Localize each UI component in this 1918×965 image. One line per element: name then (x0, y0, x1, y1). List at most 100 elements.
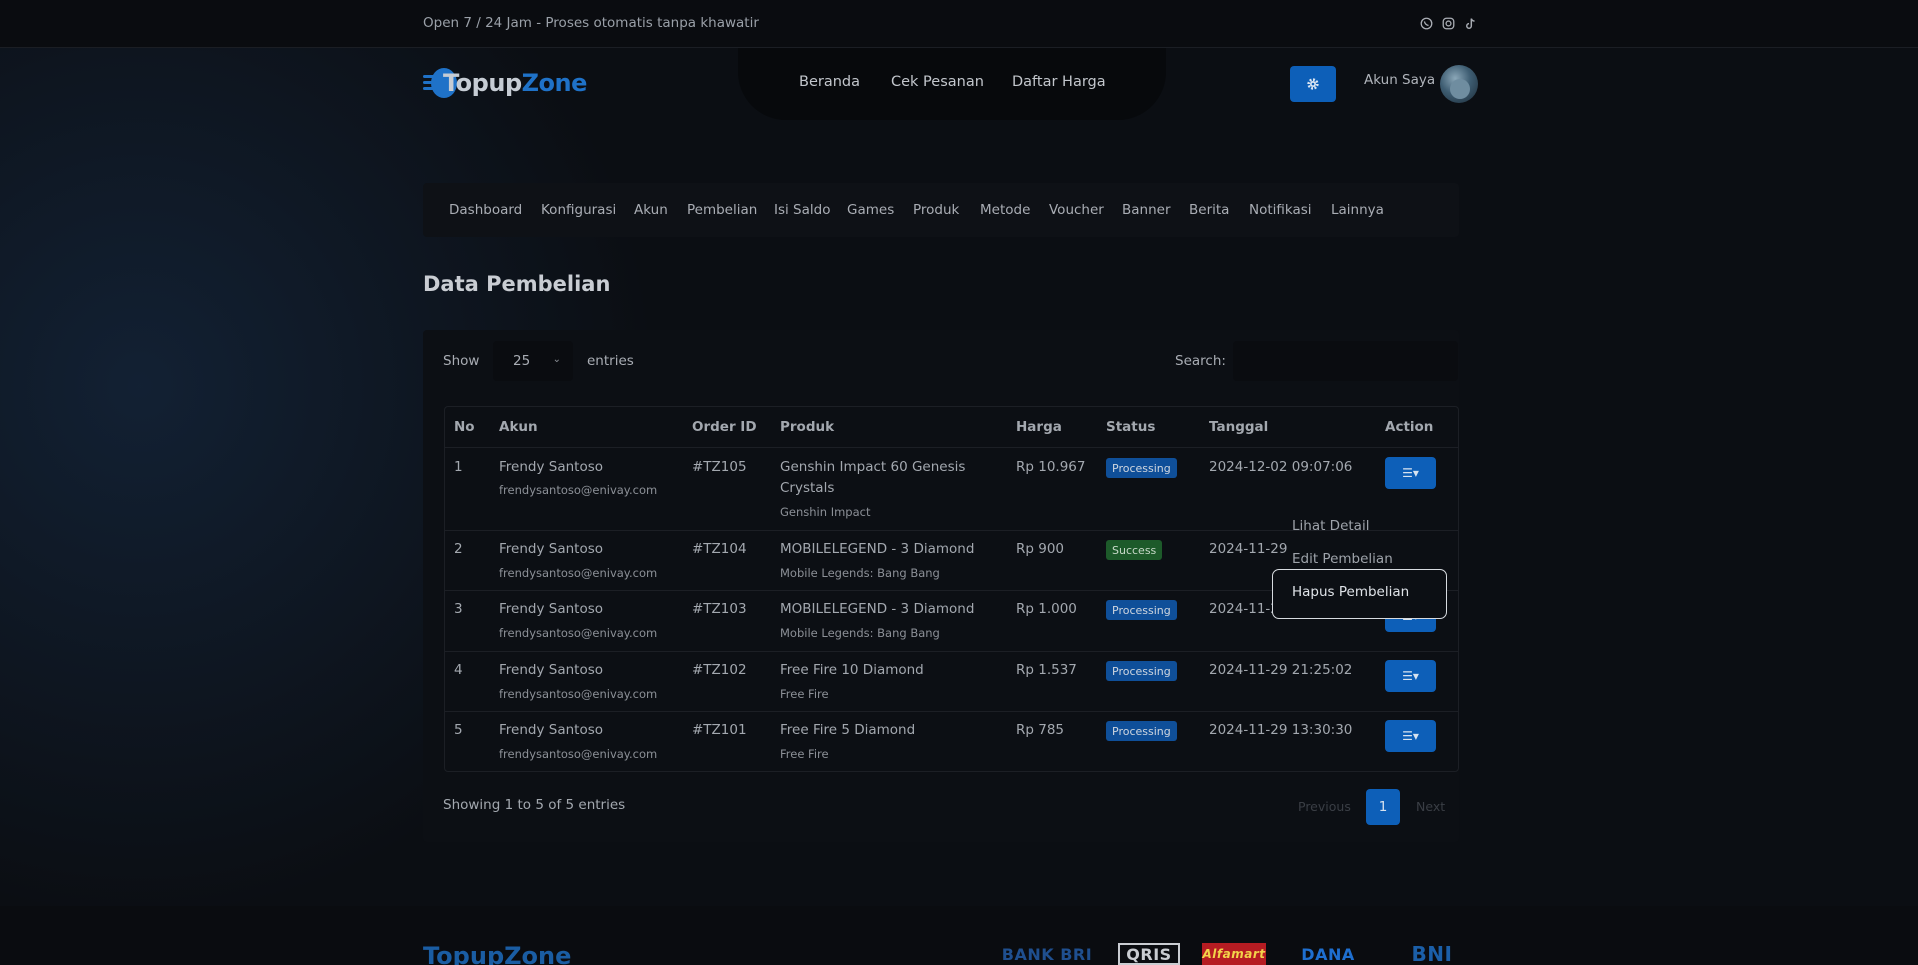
col-header-harga[interactable]: Harga (1016, 419, 1062, 435)
tab-berita[interactable]: Berita (1189, 202, 1229, 218)
tiktok-icon[interactable] (1464, 17, 1477, 30)
cell-product: Free Fire 10 Diamond (780, 662, 924, 678)
page-length-select[interactable]: 25 ⌄ (493, 341, 573, 381)
logo-text-part2: Zone (521, 69, 588, 97)
cell-order-id: #TZ104 (692, 541, 747, 557)
status-badge: Processing (1106, 661, 1177, 681)
cell-no: 3 (454, 601, 463, 617)
cell-no: 5 (454, 722, 463, 738)
tab-konfigurasi[interactable]: Konfigurasi (541, 202, 616, 218)
tab-akun[interactable]: Akun (634, 202, 668, 218)
show-label: Show (443, 353, 480, 369)
nav-cek-pesanan[interactable]: Cek Pesanan (891, 74, 984, 90)
main-nav: Beranda Cek Pesanan Daftar Harga (738, 48, 1166, 120)
payment-logo-bri: BANK BRI (1001, 944, 1093, 964)
dropdown-item-edit-pembelian[interactable]: Edit Pembelian (1292, 551, 1393, 567)
cell-date: 2024-11-29 (1209, 541, 1288, 557)
pagination-page-1[interactable]: 1 (1366, 789, 1400, 825)
col-header-produk[interactable]: Produk (780, 419, 834, 435)
pagination-previous[interactable]: Previous (1298, 799, 1351, 814)
tab-voucher[interactable]: Voucher (1049, 202, 1104, 218)
status-badge: Processing (1106, 458, 1177, 478)
cell-game: Free Fire (780, 687, 829, 701)
col-header-tanggal[interactable]: Tanggal (1209, 419, 1268, 435)
status-badge: Success (1106, 540, 1163, 560)
settings-button[interactable] (1290, 66, 1336, 102)
cell-game: Mobile Legends: Bang Bang (780, 566, 940, 580)
cell-order-id: #TZ101 (692, 722, 747, 738)
menu-icon: ☰▾ (1402, 729, 1419, 743)
cell-no: 1 (454, 459, 463, 475)
tab-produk[interactable]: Produk (913, 202, 959, 218)
menu-icon: ☰▾ (1402, 669, 1419, 683)
tab-metode[interactable]: Metode (980, 202, 1030, 218)
footer (0, 906, 1918, 965)
cell-name: Frendy Santoso (499, 541, 603, 557)
tab-dashboard[interactable]: Dashboard (449, 202, 522, 218)
row-divider (445, 651, 1458, 652)
payment-logo-alfamart: Alfamart (1202, 943, 1266, 965)
top-info-bar: Open 7 / 24 Jam - Proses otomatis tanpa … (0, 0, 1918, 48)
account-menu[interactable]: Akun Saya (1364, 72, 1435, 88)
cell-order-id: #TZ105 (692, 459, 747, 475)
entries-label: entries (587, 353, 634, 369)
cell-name: Frendy Santoso (499, 662, 603, 678)
search-input[interactable] (1233, 341, 1458, 381)
col-header-status[interactable]: Status (1106, 419, 1155, 435)
social-links (1420, 17, 1477, 30)
avatar[interactable] (1440, 65, 1478, 103)
tagline: Open 7 / 24 Jam - Proses otomatis tanpa … (423, 15, 759, 31)
whatsapp-icon[interactable] (1420, 17, 1433, 30)
tab-games[interactable]: Games (847, 202, 894, 218)
cell-name: Frendy Santoso (499, 459, 603, 475)
tab-banner[interactable]: Banner (1122, 202, 1171, 218)
cell-price: Rp 10.967 (1016, 459, 1086, 475)
payment-logo-dana: DANA (1301, 944, 1355, 964)
instagram-icon[interactable] (1442, 17, 1455, 30)
col-header-action[interactable]: Action (1385, 419, 1433, 435)
menu-icon: ☰▾ (1402, 466, 1419, 480)
cell-game: Genshin Impact (780, 505, 871, 519)
cell-game: Mobile Legends: Bang Bang (780, 626, 940, 640)
cell-product: MOBILELEGEND - 3 Diamond (780, 541, 975, 557)
gear-icon (1307, 78, 1319, 90)
col-header-order-id[interactable]: Order ID (692, 419, 757, 435)
status-badge: Processing (1106, 721, 1177, 741)
page-title: Data Pembelian (423, 272, 611, 296)
col-header-no[interactable]: No (454, 419, 475, 435)
brand-logo[interactable]: TopupZone (423, 66, 587, 100)
dropdown-item-hapus-label: Hapus Pembelian (1292, 584, 1410, 600)
tab-pembelian[interactable]: Pembelian (687, 202, 757, 218)
page-length-value: 25 (513, 353, 531, 369)
cell-email: frendysantoso@enivay.com (499, 483, 658, 497)
cell-product-cont: Crystals (780, 480, 835, 496)
cell-email: frendysantoso@enivay.com (499, 747, 658, 761)
cell-email: frendysantoso@enivay.com (499, 687, 658, 701)
cell-name: Frendy Santoso (499, 601, 603, 617)
cell-product: MOBILELEGEND - 3 Diamond (780, 601, 975, 617)
status-badge: Processing (1106, 600, 1177, 620)
nav-beranda[interactable]: Beranda (799, 74, 860, 90)
cell-email: frendysantoso@enivay.com (499, 626, 658, 640)
nav-daftar-harga[interactable]: Daftar Harga (1012, 74, 1106, 90)
dropdown-item-lihat-detail[interactable]: Lihat Detail (1292, 518, 1369, 534)
logo-text-part1: Topup (443, 69, 522, 97)
row-action-button[interactable]: ☰▾ (1385, 660, 1436, 692)
admin-nav: Dashboard Konfigurasi Akun Pembelian Isi… (423, 183, 1459, 237)
cell-product: Genshin Impact 60 Genesis (780, 459, 966, 475)
table-info: Showing 1 to 5 of 5 entries (443, 797, 626, 813)
tab-notifikasi[interactable]: Notifikasi (1249, 202, 1312, 218)
tab-isi-saldo[interactable]: Isi Saldo (774, 202, 830, 218)
tab-lainnya[interactable]: Lainnya (1331, 202, 1384, 218)
row-action-button[interactable]: ☰▾ (1385, 457, 1436, 489)
cell-price: Rp 1.537 (1016, 662, 1077, 678)
cell-no: 2 (454, 541, 463, 557)
row-action-button[interactable]: ☰▾ (1385, 720, 1436, 752)
footer-logo: TopupZone (423, 942, 572, 965)
pagination-next[interactable]: Next (1416, 799, 1445, 814)
search-label: Search: (1175, 353, 1226, 369)
cell-game: Free Fire (780, 747, 829, 761)
cell-date: 2024-11-29 21:25:02 (1209, 662, 1353, 678)
cell-product: Free Fire 5 Diamond (780, 722, 916, 738)
col-header-akun[interactable]: Akun (499, 419, 538, 435)
